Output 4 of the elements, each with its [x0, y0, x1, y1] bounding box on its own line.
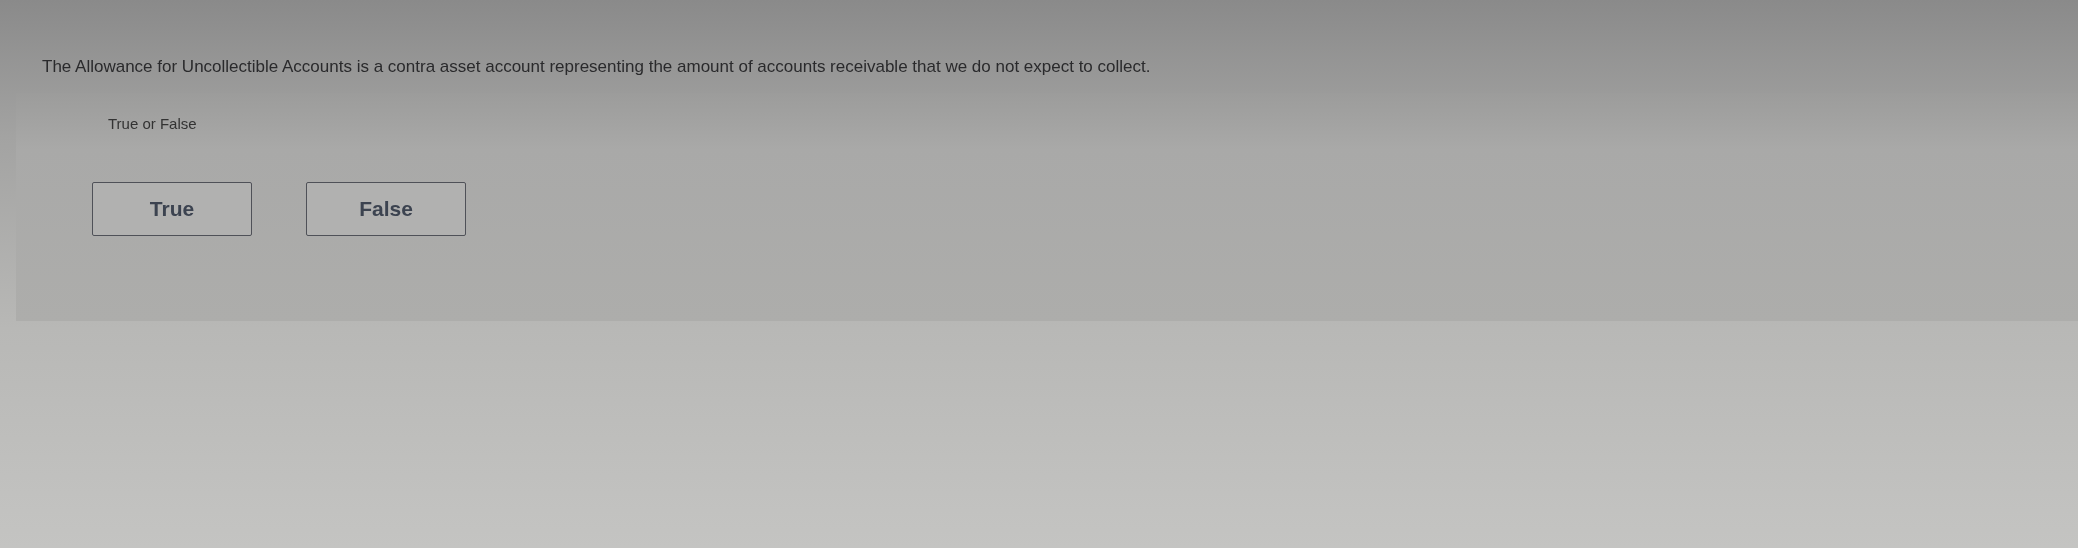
prompt-text: True or False [107, 115, 198, 132]
question-text: The Allowance for Uncollectible Accounts is a contra asset account representing the amount of accounts receivable that we do not expect to collect. [41, 56, 1152, 78]
answer-button[interactable]: False [306, 182, 466, 236]
answer-button[interactable]: True [92, 182, 252, 236]
